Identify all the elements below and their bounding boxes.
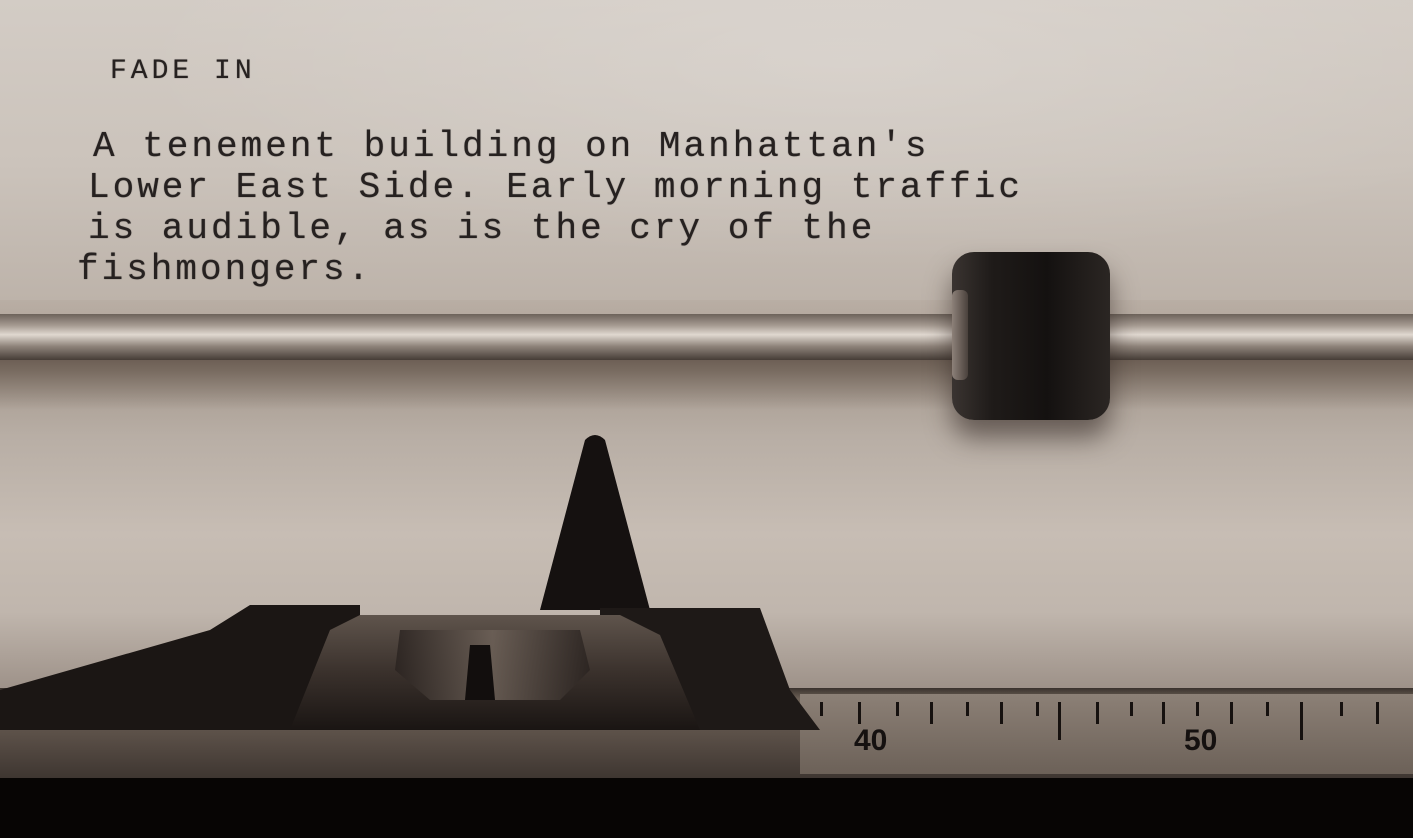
card-holder-notch <box>465 645 495 700</box>
scale-tick <box>1230 702 1233 724</box>
script-heading: FADE IN <box>110 56 256 87</box>
scale-label-40: 40 <box>854 724 888 757</box>
script-line-3: is audible, as is the cry of the <box>88 208 876 249</box>
scale-tick <box>896 702 899 716</box>
bail-shadow <box>0 360 1413 410</box>
scale-tick <box>1376 702 1379 724</box>
scale-label-50: 50 <box>1184 724 1218 757</box>
type-guide-assembly <box>0 435 820 730</box>
type-guide-pointer <box>540 435 650 610</box>
script-line-1: A tenement building on Manhattan's <box>93 126 930 167</box>
scale-face: 40 50 <box>800 694 1413 774</box>
scale-tick <box>1036 702 1039 716</box>
scale-tick <box>1058 702 1061 740</box>
scale-tick <box>1130 702 1133 716</box>
scale-tick <box>1000 702 1003 724</box>
letterbox-bar <box>0 778 1413 838</box>
paper-bail-bar <box>0 314 1413 360</box>
scale-tick <box>1300 702 1303 740</box>
scale-tick <box>930 702 933 724</box>
typewriter-scene: FADE IN A tenement building on Manhattan… <box>0 0 1413 838</box>
scale-tick <box>858 702 861 724</box>
scale-tick <box>1096 702 1099 724</box>
scale-tick <box>1266 702 1269 716</box>
bail-roller-hub <box>952 290 968 380</box>
scale-tick <box>820 702 823 716</box>
script-line-2: Lower East Side. Early morning traffic <box>88 167 1023 208</box>
script-line-4: fishmongers. <box>77 249 373 290</box>
scale-tick <box>1340 702 1343 716</box>
scale-tick <box>1162 702 1165 724</box>
paper-sheet: FADE IN A tenement building on Manhattan… <box>0 0 1413 300</box>
bail-roller <box>952 252 1110 420</box>
scale-tick <box>966 702 969 716</box>
scale-tick <box>1196 702 1199 716</box>
